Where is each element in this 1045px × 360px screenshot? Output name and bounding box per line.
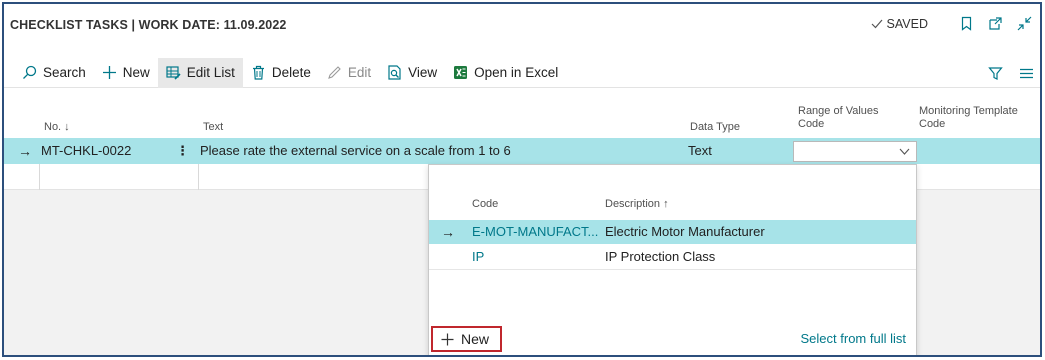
template-header-line-1: Monitoring Template bbox=[919, 105, 1018, 117]
trash-icon bbox=[252, 65, 264, 80]
page-frame: CHECKLIST TASKS | WORK DATE: 11.09.2022 … bbox=[2, 2, 1042, 357]
chevron-down-icon bbox=[899, 148, 910, 155]
column-header-text[interactable]: Text bbox=[203, 121, 223, 134]
plus-icon bbox=[441, 333, 454, 345]
pencil-icon bbox=[327, 66, 341, 79]
edit-list-icon bbox=[166, 66, 181, 80]
saved-label: SAVED bbox=[886, 17, 928, 31]
action-bar: Search New Edit List Delete Edit View Op… bbox=[4, 57, 1040, 88]
lookup-description[interactable]: Electric Motor Manufacturer bbox=[605, 220, 765, 244]
search-button[interactable]: Search bbox=[14, 58, 94, 88]
delete-button[interactable]: Delete bbox=[243, 58, 319, 88]
checkmark-icon bbox=[871, 19, 883, 29]
range-of-values-code-dropdown[interactable] bbox=[793, 141, 917, 162]
open-in-excel-button[interactable]: Open in Excel bbox=[445, 58, 566, 88]
list-view-icon[interactable] bbox=[1019, 66, 1034, 81]
edit-list-button[interactable]: Edit List bbox=[157, 57, 243, 88]
open-new-window-icon[interactable] bbox=[988, 16, 1003, 31]
lookup-header-code[interactable]: Code bbox=[472, 198, 498, 210]
lookup-new-button[interactable]: New bbox=[431, 326, 502, 352]
lookup-description[interactable]: IP Protection Class bbox=[605, 245, 715, 269]
column-header-monitoring-template-code[interactable]: Monitoring Template Code bbox=[919, 105, 1018, 131]
select-from-full-list-link[interactable]: Select from full list bbox=[801, 331, 906, 346]
excel-icon bbox=[454, 66, 468, 79]
saved-status: SAVED bbox=[871, 17, 928, 31]
lookup-row-arrow-icon: → bbox=[441, 224, 455, 240]
lookup-dropdown: Code Description ↑ → E-MOT-MANUFACT... E… bbox=[428, 164, 917, 355]
template-header-line-2: Code bbox=[919, 118, 946, 130]
range-header-line-1: Range of Values bbox=[798, 105, 879, 117]
cell-no[interactable]: MT-CHKL-0022 bbox=[41, 138, 131, 164]
delete-label: Delete bbox=[271, 65, 311, 80]
new-button[interactable]: New bbox=[94, 58, 158, 88]
view-icon bbox=[388, 65, 401, 80]
lookup-code[interactable]: IP bbox=[472, 245, 484, 269]
column-header-data-type[interactable]: Data Type bbox=[690, 121, 740, 134]
cell-divider bbox=[39, 164, 40, 190]
view-label: View bbox=[408, 65, 438, 80]
filter-icon[interactable] bbox=[988, 66, 1003, 81]
page-title: CHECKLIST TASKS | WORK DATE: 11.09.2022 bbox=[10, 18, 287, 32]
lookup-row[interactable]: IP IP Protection Class bbox=[429, 245, 916, 269]
lookup-code[interactable]: E-MOT-MANUFACT... bbox=[472, 220, 598, 244]
cell-data-type[interactable]: Text bbox=[688, 138, 712, 164]
row-actions-icon[interactable]: ⋮ bbox=[176, 138, 189, 164]
column-header-no[interactable]: No. ↓ bbox=[44, 121, 70, 134]
edit-button[interactable]: Edit bbox=[319, 58, 379, 88]
range-header-line-2: Code bbox=[798, 118, 825, 130]
edit-list-label: Edit List bbox=[186, 65, 235, 80]
plus-icon bbox=[102, 66, 116, 79]
collapse-icon[interactable] bbox=[1017, 16, 1032, 31]
search-icon bbox=[23, 65, 37, 79]
view-button[interactable]: View bbox=[379, 58, 445, 88]
lookup-header-description[interactable]: Description ↑ bbox=[605, 198, 669, 210]
title-bar-icons bbox=[959, 16, 1032, 31]
column-header-range-of-values-code[interactable]: Range of Values Code bbox=[798, 105, 879, 131]
search-label: Search bbox=[43, 65, 86, 80]
edit-label: Edit bbox=[347, 65, 372, 80]
lookup-new-label: New bbox=[461, 331, 490, 347]
bookmark-icon[interactable] bbox=[959, 16, 974, 31]
row-arrow-icon: → bbox=[18, 143, 32, 159]
lookup-row[interactable]: → E-MOT-MANUFACT... Electric Motor Manuf… bbox=[429, 220, 916, 244]
cell-divider bbox=[198, 164, 199, 190]
cell-text[interactable]: Please rate the external service on a sc… bbox=[200, 138, 511, 164]
action-bar-right bbox=[988, 58, 1034, 88]
open-in-excel-label: Open in Excel bbox=[474, 65, 559, 80]
new-label: New bbox=[122, 65, 150, 80]
lookup-divider bbox=[429, 269, 916, 270]
